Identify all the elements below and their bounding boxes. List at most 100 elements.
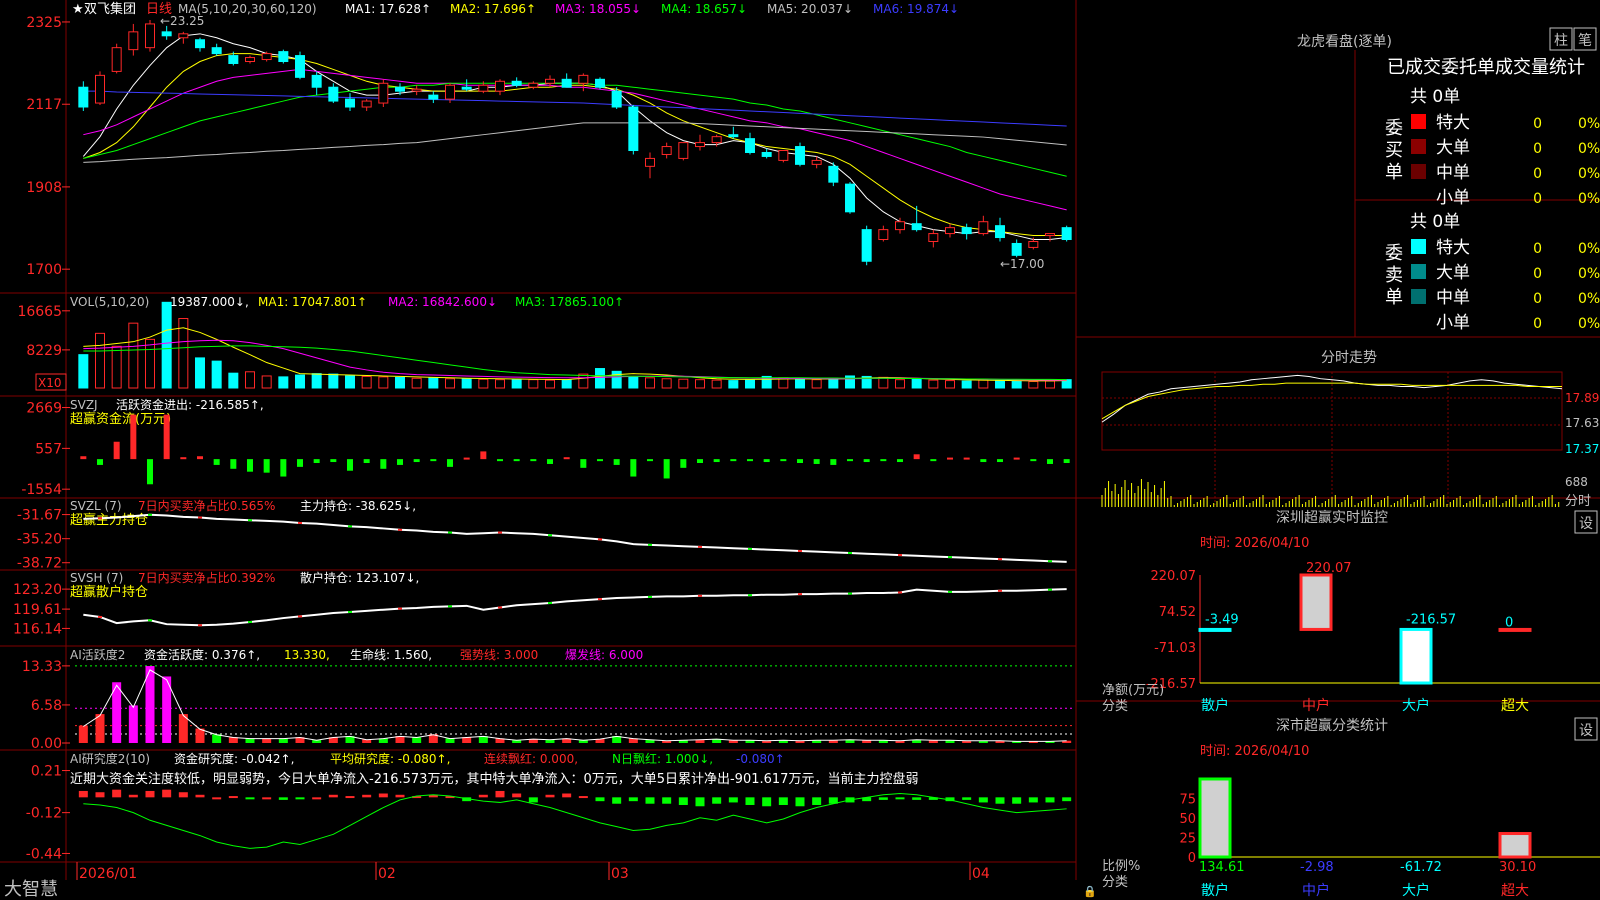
- y-tick-label: -38.72: [17, 556, 62, 572]
- volume-bar: [95, 332, 105, 389]
- svzj-bar: [363, 459, 370, 463]
- sz-monitor-bar: [1299, 573, 1333, 631]
- svzj-bar: [713, 459, 720, 463]
- candle-body: [428, 94, 439, 100]
- volume-bar: [78, 354, 89, 389]
- svzl-panel-title: SVZL (7): [70, 499, 122, 513]
- candle-body: [278, 51, 289, 63]
- svzj-bar: [130, 414, 137, 460]
- buy-row-pct: 0%: [1578, 116, 1600, 132]
- date-tick-label: 02: [378, 866, 396, 882]
- volume-bar: [395, 376, 405, 389]
- candle-body: [95, 74, 105, 104]
- ai2-bar: [645, 797, 655, 804]
- candle-body: [478, 84, 489, 92]
- ai2-bar: [962, 797, 972, 800]
- candle-body: [311, 74, 322, 88]
- svsh-panel-dot: [398, 607, 402, 610]
- ai2-bar: [995, 797, 1005, 804]
- svzl-panel-dot: [148, 513, 152, 516]
- volume-bar: [711, 379, 722, 389]
- ai2-bar: [678, 797, 688, 805]
- volume-bar: [245, 371, 255, 389]
- svsh-panel-subtitle: 超赢散户持仓: [70, 584, 148, 600]
- volume-bar: [328, 373, 339, 389]
- candle-body: [578, 74, 589, 84]
- high-annotation: ←23.25: [160, 14, 204, 28]
- ai2-bar: [362, 794, 372, 798]
- buy-row-name: 大单: [1436, 138, 1470, 158]
- svzj-bar: [880, 459, 887, 462]
- ai2-line: [83, 793, 1067, 849]
- star-icon[interactable]: ★: [72, 2, 84, 17]
- candle-body: [378, 82, 389, 104]
- volume-bar: [578, 373, 589, 389]
- sell-row-name: 小单: [1436, 313, 1470, 333]
- low-annotation: ←17.00: [1000, 257, 1044, 271]
- ai1-bar: [78, 725, 88, 743]
- svsh-panel-line-label: 散户持仓: 123.107↓,: [300, 570, 419, 585]
- svzl-panel-dot: [348, 525, 352, 528]
- y-tick-label: 1908: [26, 180, 62, 196]
- ma-line-MA6: [83, 90, 1067, 127]
- sz-monitor-category: 中户: [1302, 697, 1330, 714]
- ma-line-MA1: [82, 33, 1067, 241]
- candle-body: [545, 78, 555, 84]
- y-tick-label: 0.00: [31, 736, 62, 752]
- svzj-bar: [280, 459, 287, 477]
- ai2-bar: [212, 797, 222, 800]
- volume-bar: [128, 322, 139, 389]
- buy-row-name: 中单: [1436, 163, 1470, 183]
- ma-line-MA2: [83, 53, 1067, 237]
- buy-row-name: 特大: [1436, 113, 1470, 133]
- svzj-title: SVZJ: [70, 398, 98, 412]
- volume-bar: [878, 376, 889, 389]
- ai2-bar: [895, 797, 905, 800]
- ai1-headline: 资金活跃度: 0.376↑,: [144, 647, 260, 662]
- volume-bar: [911, 378, 922, 389]
- svsh-panel-headline: 7日内买卖净占比0.392%: [138, 570, 275, 585]
- ai2-bar: [595, 797, 605, 802]
- date-tick-label: 03: [611, 866, 629, 882]
- svzj-bar: [197, 456, 203, 460]
- ai2-bar: [745, 797, 755, 805]
- svzl-panel-dot: [398, 528, 402, 531]
- lock-icon[interactable]: 🔒: [1083, 885, 1097, 898]
- sz-class-value: 30.10: [1499, 860, 1536, 875]
- y-tick-label: -31.67: [17, 508, 62, 524]
- sell-row-count: 0: [1533, 241, 1542, 257]
- volume-bar: [595, 368, 605, 389]
- sell-row-pct: 0%: [1578, 291, 1600, 307]
- svzj-bar: [480, 451, 487, 460]
- sell-row-name: 中单: [1436, 288, 1470, 308]
- sell-row-name: 特大: [1436, 238, 1470, 258]
- buy-label: 单: [1385, 162, 1403, 183]
- svzl-panel-dot: [498, 531, 502, 534]
- dragon-subtitle: 已成交委托单成交量统计: [1387, 57, 1585, 78]
- ai2-title: AI研究度2(10): [70, 751, 150, 766]
- panel-frame: [0, 0, 1600, 880]
- candle-body: [261, 53, 272, 61]
- ai2-bar: [528, 797, 538, 803]
- candle-body: [295, 55, 305, 78]
- svzj-bar: [980, 459, 987, 463]
- svzj-bar: [330, 459, 337, 463]
- intraday-foot-label: 分时: [1565, 494, 1591, 509]
- volume-bar: [1045, 380, 1055, 389]
- svzj-bar: [563, 457, 570, 460]
- svzj-bar: [680, 459, 687, 468]
- svsh-panel-dot: [948, 590, 952, 593]
- sz-class-category: 散户: [1201, 882, 1229, 899]
- candle-body: [678, 142, 689, 159]
- y-tick-label: 0.21: [31, 764, 62, 780]
- svsh-panel-dot: [348, 610, 352, 613]
- candle-body: [145, 23, 155, 49]
- candle-body: [978, 221, 989, 235]
- ai2-bar: [1062, 797, 1072, 802]
- sz-monitor-value: 220.07: [1306, 561, 1352, 576]
- svzj-bar: [897, 459, 903, 463]
- svzj-bar: [780, 459, 787, 462]
- ma-line-MA4: [83, 82, 1067, 177]
- ai2-bar: [278, 797, 288, 800]
- svzj-subtitle: 超赢资金流(万元): [70, 411, 171, 427]
